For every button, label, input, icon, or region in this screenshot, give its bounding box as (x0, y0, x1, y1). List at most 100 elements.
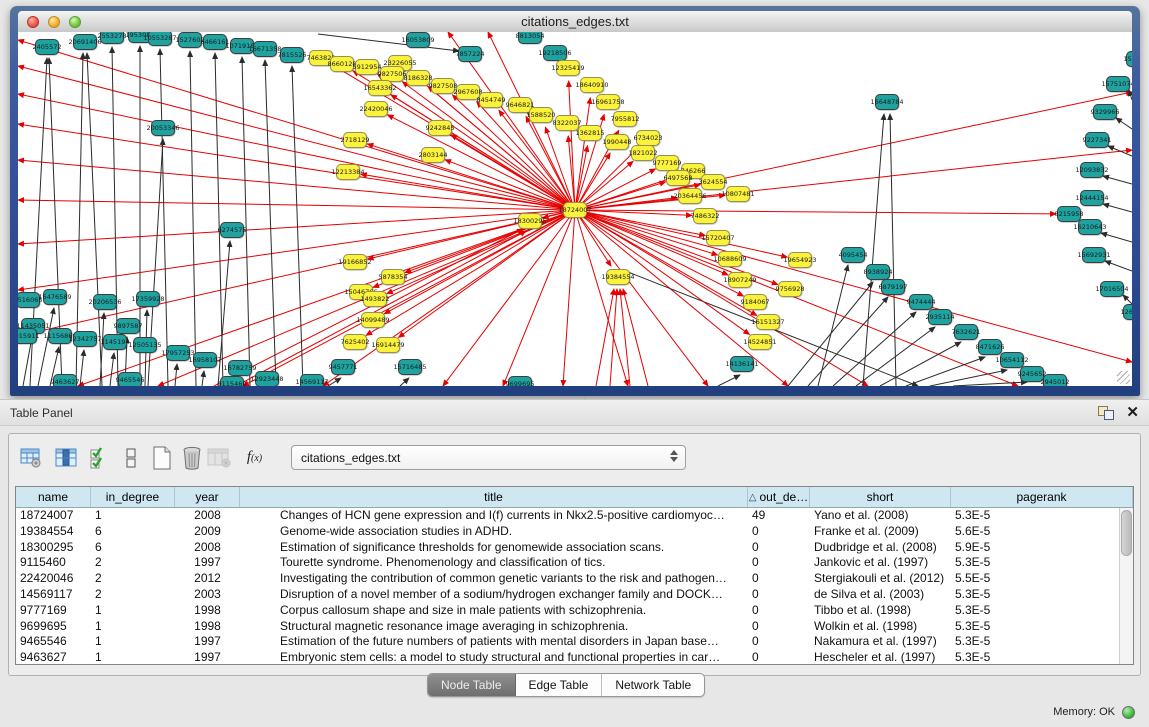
network-node[interactable]: 8186328 (406, 70, 430, 86)
network-node[interactable]: 19218506 (543, 45, 567, 61)
network-node[interactable]: 8938924 (866, 264, 890, 280)
table-settings-icon[interactable] (17, 444, 44, 471)
network-node[interactable]: 5912954 (355, 59, 379, 75)
scrollbar-thumb[interactable] (1121, 510, 1132, 556)
network-node[interactable]: 9827508 (431, 78, 455, 94)
function-builder-icon[interactable]: f(x) (241, 444, 268, 471)
network-node[interactable]: 1527602 (178, 32, 202, 48)
network-node[interactable]: 17957253 (166, 345, 190, 361)
network-node[interactable]: 2553278 (100, 32, 124, 44)
network-node[interactable]: 16543362 (368, 80, 392, 96)
network-node[interactable]: 10807481 (726, 186, 750, 202)
network-node[interactable]: 16782759 (228, 360, 252, 376)
network-node[interactable]: 15720407 (706, 230, 730, 246)
row-height-icon[interactable] (117, 444, 144, 471)
network-node[interactable]: 1990448 (605, 134, 629, 150)
network-node[interactable]: 9184067 (743, 294, 767, 310)
column-header-out_de[interactable]: △out_de… (748, 487, 810, 507)
network-node[interactable]: 7815526 (280, 47, 304, 63)
table-row[interactable]: 1830029562008Estimation of significance … (16, 540, 1133, 556)
network-node[interactable]: 8471626 (978, 339, 1002, 355)
network-node[interactable]: 9242845 (428, 120, 452, 136)
network-node[interactable]: 7857224 (458, 46, 482, 62)
column-header-in_degree[interactable]: in_degree (91, 487, 175, 507)
network-node[interactable]: 16053809 (406, 32, 430, 48)
network-node[interactable]: 18724007 (563, 202, 587, 218)
network-node[interactable]: 9777169 (655, 155, 679, 171)
network-node[interactable]: 12505135 (133, 337, 157, 353)
table-row[interactable]: 1938455462009Genome-wide association stu… (16, 524, 1133, 540)
network-node[interactable]: 14569117 (300, 374, 324, 386)
column-header-pagerank[interactable]: pagerank (951, 487, 1133, 507)
network-node[interactable]: 9457771 (331, 359, 355, 375)
network-node[interactable]: 12923448 (255, 371, 279, 386)
tab-network-table[interactable]: Network Table (602, 674, 704, 696)
delete-column-icon[interactable] (205, 444, 232, 471)
network-node[interactable]: 6734023 (636, 130, 660, 146)
network-node[interactable]: 9465546 (118, 372, 142, 386)
network-node[interactable]: 1362815 (578, 125, 602, 141)
column-header-year[interactable]: year (175, 487, 240, 507)
table-row[interactable]: 1456911722003Disruption of a novel membe… (16, 587, 1133, 603)
network-node[interactable]: 3915911 (18, 328, 37, 344)
network-node[interactable]: 9474444 (909, 294, 933, 310)
network-node[interactable]: 20691406 (73, 34, 97, 50)
vertical-scrollbar[interactable] (1119, 508, 1133, 664)
network-node[interactable]: 9115460 (220, 376, 244, 386)
column-header-name[interactable]: name (16, 487, 91, 507)
network-node[interactable]: 16961758 (596, 94, 620, 110)
network-node[interactable]: 15716485 (398, 359, 422, 375)
network-node[interactable]: 8813054 (518, 32, 542, 44)
network-node[interactable]: 6274575 (220, 222, 244, 238)
network-node[interactable]: 16914479 (376, 337, 400, 353)
table-row[interactable]: 946362711997Embryonic stem cells: a mode… (16, 650, 1133, 665)
select-rows-icon[interactable] (85, 444, 112, 471)
network-node[interactable]: 6879197 (881, 279, 905, 295)
network-node[interactable]: 2516065 (18, 292, 40, 308)
network-node[interactable]: 19384554 (606, 269, 630, 285)
network-node[interactable]: 16476589 (43, 289, 67, 305)
network-node[interactable]: 12325419 (556, 60, 580, 76)
network-node[interactable]: 16958107 (193, 352, 217, 368)
network-node[interactable]: 9329966 (1093, 104, 1117, 120)
network-node[interactable]: 12213384 (336, 164, 360, 180)
tab-edge-table[interactable]: Edge Table (516, 674, 603, 696)
network-node[interactable]: 1493822 (363, 291, 387, 307)
network-node[interactable]: 8660128 (330, 56, 354, 72)
network-node[interactable]: 9227341 (1085, 132, 1109, 148)
network-node[interactable]: 19654923 (788, 252, 812, 268)
network-node[interactable]: 19166852 (343, 254, 367, 270)
network-node[interactable]: 1595183 (1126, 51, 1132, 67)
network-node[interactable]: 14524851 (748, 334, 772, 350)
network-node[interactable]: 10553287 (148, 32, 172, 46)
network-node[interactable]: 6466161 (203, 34, 227, 50)
table-selector-dropdown[interactable]: citations_edges.txt (291, 445, 686, 470)
window-titlebar[interactable]: citations_edges.txt (18, 11, 1132, 33)
network-node[interactable]: 1145194 (103, 334, 127, 350)
table-row[interactable]: 911546021997Tourette syndrome. Phenomeno… (16, 555, 1133, 571)
network-node[interactable]: 12444154 (1080, 190, 1104, 206)
network-node[interactable]: 18907249 (728, 272, 752, 288)
delete-table-icon[interactable] (178, 444, 205, 471)
network-node[interactable]: 1588520 (529, 107, 553, 123)
network-node[interactable]: 16671358 (253, 41, 277, 57)
column-header-short[interactable]: short (810, 487, 951, 507)
network-node[interactable]: 10688609 (718, 251, 742, 267)
table-row[interactable]: 1872400712008Changes of HCN gene express… (16, 508, 1133, 524)
network-node[interactable]: 22420046 (364, 101, 388, 117)
table-row[interactable]: 969969511998Structural magnetic resonanc… (16, 619, 1133, 635)
network-node[interactable]: 17359928 (136, 291, 160, 307)
table-row[interactable]: 977716911998Corpus callosum shape and si… (16, 603, 1133, 619)
network-node[interactable]: 12093832 (1080, 162, 1104, 178)
table-row[interactable]: 946554611997Estimation of the future num… (16, 634, 1133, 650)
network-node[interactable]: 16648784 (875, 94, 899, 110)
create-new-table-icon[interactable] (148, 444, 175, 471)
network-node[interactable]: 2803144 (421, 147, 445, 163)
network-node[interactable]: 7625402 (343, 334, 367, 350)
network-node[interactable]: 8454749 (479, 92, 503, 108)
show-column-icon[interactable] (52, 444, 79, 471)
network-node[interactable]: 7955812 (613, 111, 637, 127)
network-node[interactable]: 17016504 (1100, 281, 1124, 297)
network-node[interactable]: 7486322 (693, 208, 717, 224)
network-node[interactable]: 15751074 (1106, 76, 1130, 92)
